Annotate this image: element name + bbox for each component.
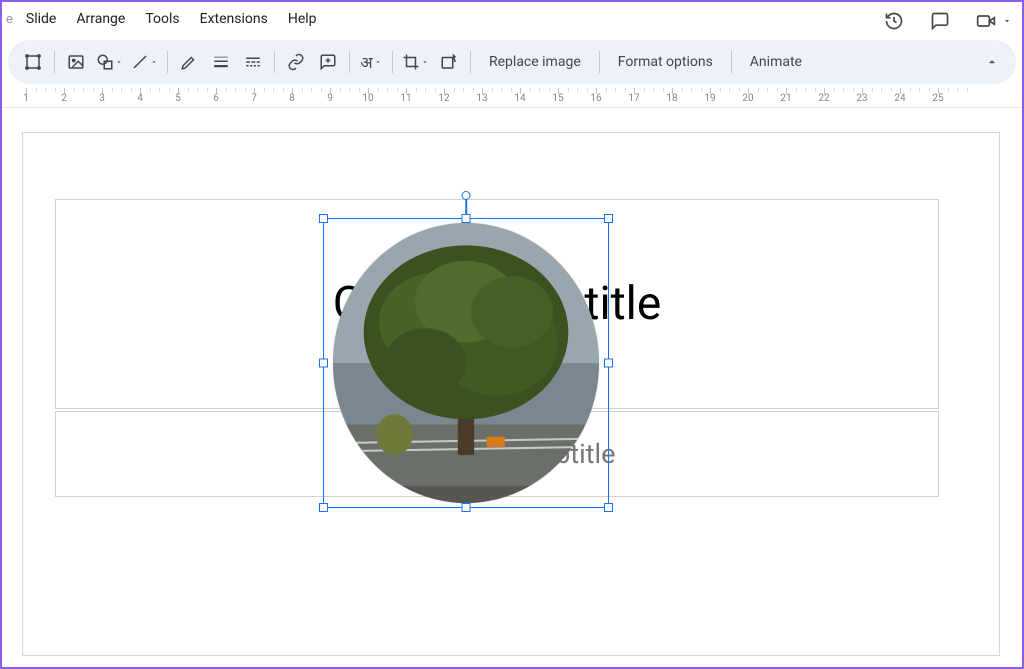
separator	[392, 51, 393, 73]
ruler-label: 20	[742, 93, 753, 104]
line-dash-icon	[244, 53, 262, 71]
border-weight-button[interactable]	[206, 47, 236, 77]
replace-image-button[interactable]: Replace image	[477, 47, 593, 77]
ruler-label: 17	[628, 93, 639, 104]
camera-icon	[976, 11, 996, 31]
ruler-label: 13	[476, 93, 487, 104]
ruler-label: 2	[61, 93, 67, 104]
reset-image-button[interactable]	[434, 47, 464, 77]
ruler-label: 18	[666, 93, 677, 104]
chevron-down-icon[interactable]	[1002, 16, 1012, 26]
separator	[167, 51, 168, 73]
selection-box-icon	[24, 53, 42, 71]
ruler-label: 7	[251, 93, 257, 104]
menu-extensions[interactable]: Extensions	[191, 5, 277, 33]
border-color-button[interactable]	[174, 47, 204, 77]
reset-image-icon	[440, 53, 458, 71]
ruler-label: 10	[362, 93, 373, 104]
format-options-button[interactable]: Format options	[606, 47, 725, 77]
version-history-button[interactable]	[880, 7, 908, 35]
resize-handle-bl[interactable]	[319, 503, 328, 512]
ruler-label: 23	[856, 93, 867, 104]
link-icon	[287, 53, 305, 71]
menu-tools[interactable]: Tools	[136, 5, 188, 33]
image-icon	[67, 53, 85, 71]
menubar: e Slide Arrange Tools Extensions Help	[2, 2, 1022, 36]
collapse-toolbar-button[interactable]	[978, 48, 1006, 76]
ruler-label: 16	[590, 93, 601, 104]
separator	[274, 51, 275, 73]
animate-button[interactable]: Animate	[738, 47, 814, 77]
toolbar: अ Replace image Format options Animate	[8, 40, 1016, 84]
line-button[interactable]	[128, 47, 161, 77]
slide-canvas[interactable]: Click to add title Click to add subtitle	[2, 110, 1022, 667]
mask-image-button[interactable]	[399, 47, 432, 77]
separator	[599, 51, 600, 73]
add-comment-icon	[319, 53, 337, 71]
ruler-label: 19	[704, 93, 715, 104]
ruler-label: 15	[552, 93, 563, 104]
ruler-label: 25	[932, 93, 943, 104]
ruler-label: 12	[438, 93, 449, 104]
slide[interactable]: Click to add title Click to add subtitle	[22, 132, 1000, 656]
insert-link-button[interactable]	[281, 47, 311, 77]
present-camera-button[interactable]	[972, 7, 1000, 35]
history-icon	[884, 11, 904, 31]
ruler-label: 21	[780, 93, 791, 104]
ruler-label: 9	[327, 93, 333, 104]
ruler-label: 6	[213, 93, 219, 104]
resize-handle-br[interactable]	[604, 503, 613, 512]
translate-icon: अ	[360, 51, 372, 73]
chevron-down-icon	[150, 58, 158, 66]
line-weight-icon	[212, 53, 230, 71]
menu-help[interactable]: Help	[279, 5, 326, 33]
separator	[731, 51, 732, 73]
ruler-label: 3	[99, 93, 105, 104]
crop-icon	[402, 53, 420, 71]
chevron-down-icon	[115, 58, 123, 66]
separator	[54, 51, 55, 73]
menu-slide[interactable]: Slide	[17, 5, 65, 33]
line-icon	[131, 53, 149, 71]
open-comments-button[interactable]	[926, 7, 954, 35]
masked-image[interactable]	[333, 223, 599, 503]
ruler-label: 4	[137, 93, 143, 104]
insert-image-button[interactable]	[61, 47, 91, 77]
ruler-label: 14	[514, 93, 525, 104]
ruler-label: 11	[400, 93, 411, 104]
shape-button[interactable]	[93, 47, 126, 77]
add-comment-button[interactable]	[313, 47, 343, 77]
chevron-down-icon	[374, 58, 382, 66]
ruler-label: 5	[175, 93, 181, 104]
chevron-up-icon	[985, 55, 999, 69]
ruler-label: 8	[289, 93, 295, 104]
translate-button[interactable]: अ	[356, 47, 386, 77]
chevron-down-icon	[421, 58, 429, 66]
top-right-actions	[880, 4, 1012, 38]
menu-overflow-hint: e	[6, 12, 15, 27]
comment-icon	[930, 11, 950, 31]
crop-image-button[interactable]	[18, 47, 48, 77]
ruler-label: 22	[818, 93, 829, 104]
separator	[470, 51, 471, 73]
horizontal-ruler[interactable]: 1234567891011121314151617181920212223242…	[2, 88, 1022, 108]
ruler-label: 24	[894, 93, 905, 104]
menu-arrange[interactable]: Arrange	[67, 5, 134, 33]
shape-icon	[96, 53, 114, 71]
separator	[349, 51, 350, 73]
resize-handle-bm[interactable]	[462, 503, 471, 512]
ruler-label: 1	[23, 93, 29, 104]
pen-icon	[180, 53, 198, 71]
border-dash-button[interactable]	[238, 47, 268, 77]
tree-photo	[333, 223, 599, 503]
